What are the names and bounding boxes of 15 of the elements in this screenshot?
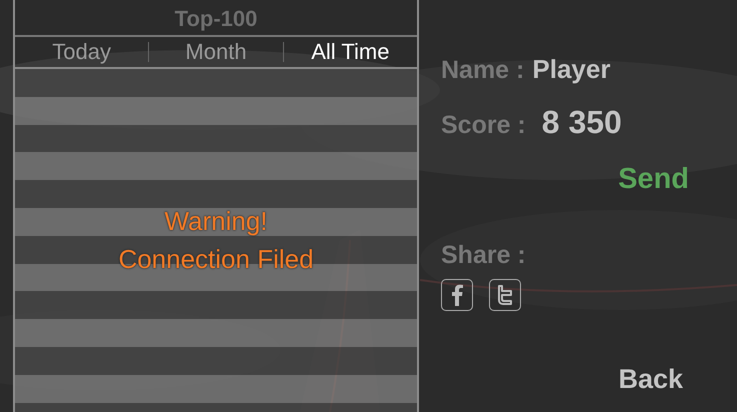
name-label: Name : xyxy=(441,55,524,86)
share-label: Share : xyxy=(441,240,527,271)
leaderboard-title: Top-100 xyxy=(174,6,258,32)
send-button[interactable]: Send xyxy=(618,158,689,201)
back-button[interactable]: Back xyxy=(618,358,683,399)
period-tab[interactable]: All Time xyxy=(284,37,417,67)
period-tab[interactable]: Today xyxy=(15,37,148,67)
score-label: Score : xyxy=(441,110,526,140)
score-value: 8 350 xyxy=(542,102,622,142)
period-tab[interactable]: Month xyxy=(149,37,283,67)
facebook-icon[interactable] xyxy=(441,278,473,310)
warning-title: Warning! xyxy=(164,205,268,238)
warning-message: Connection Filed xyxy=(118,243,314,276)
player-name: Player xyxy=(532,53,610,86)
twitter-icon[interactable] xyxy=(489,278,521,310)
